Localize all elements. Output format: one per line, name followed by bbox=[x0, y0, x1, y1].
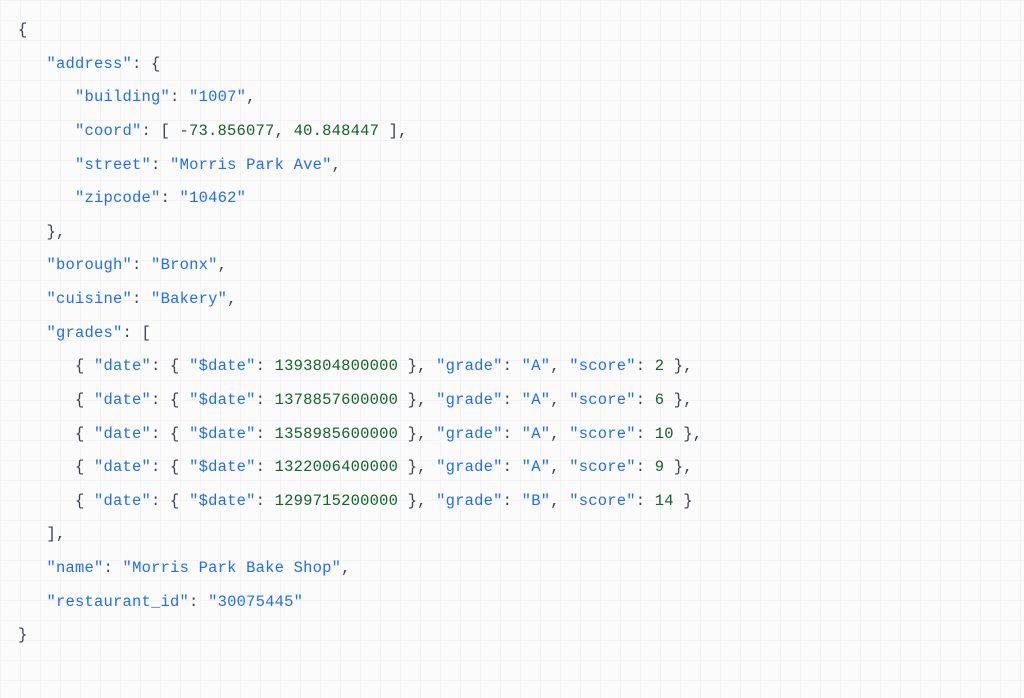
restaurant-id: 30075445 bbox=[218, 593, 294, 611]
grade-2-score: 10 bbox=[655, 425, 674, 443]
grade-0-grade: A bbox=[531, 357, 541, 375]
cuisine: Bakery bbox=[161, 290, 218, 308]
grade-0-score: 2 bbox=[655, 357, 665, 375]
grade-2-grade: A bbox=[531, 425, 541, 443]
grade-2-date: 1358985600000 bbox=[275, 425, 399, 443]
grade-1-grade: A bbox=[531, 391, 541, 409]
address-zipcode: 10462 bbox=[189, 189, 237, 207]
json-document: { "address": { "building": "1007", "coor… bbox=[18, 14, 1006, 653]
grade-3-grade: A bbox=[531, 458, 541, 476]
grade-1-score: 6 bbox=[655, 391, 665, 409]
address-coord-0: -73.856077 bbox=[180, 122, 275, 140]
address-coord-1: 40.848447 bbox=[294, 122, 380, 140]
address-building: 1007 bbox=[199, 88, 237, 106]
grade-1-date: 1378857600000 bbox=[275, 391, 399, 409]
grade-4-date: 1299715200000 bbox=[275, 492, 399, 510]
borough: Bronx bbox=[161, 256, 209, 274]
grade-4-score: 14 bbox=[655, 492, 674, 510]
address-street: Morris Park Ave bbox=[180, 156, 323, 174]
grade-3-score: 9 bbox=[655, 458, 665, 476]
grade-0-date: 1393804800000 bbox=[275, 357, 399, 375]
grade-3-date: 1322006400000 bbox=[275, 458, 399, 476]
grade-4-grade: B bbox=[531, 492, 541, 510]
name: Morris Park Bake Shop bbox=[132, 559, 332, 577]
